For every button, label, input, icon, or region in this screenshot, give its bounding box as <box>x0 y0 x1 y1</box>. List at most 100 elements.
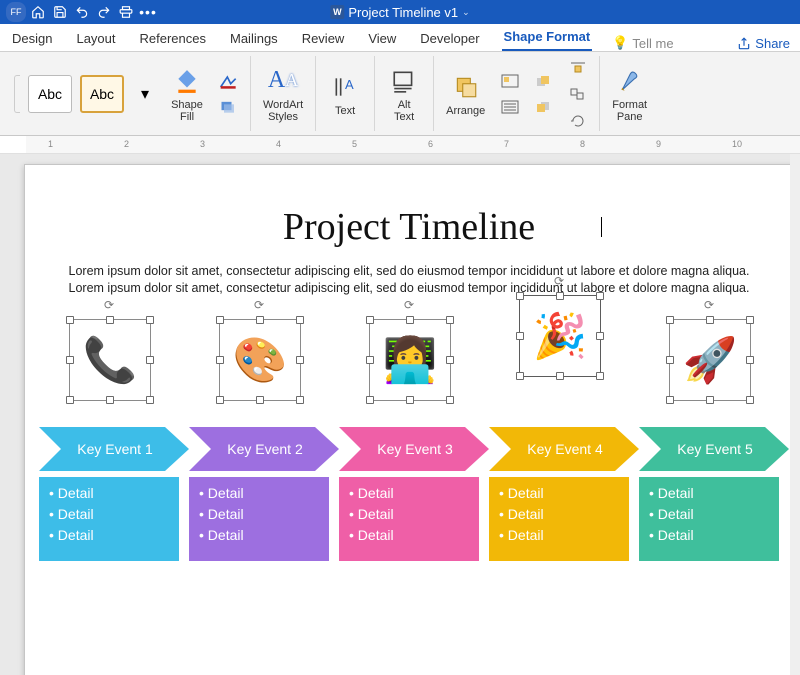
resize-handle[interactable] <box>746 316 754 324</box>
rotate-handle-icon[interactable]: ⟳ <box>404 298 414 312</box>
tab-mailings[interactable]: Mailings <box>228 26 280 51</box>
resize-handle[interactable] <box>406 396 414 404</box>
rotate-handle-icon[interactable]: ⟳ <box>554 274 564 288</box>
more-icon[interactable]: ••• <box>138 2 158 22</box>
resize-handle[interactable] <box>446 356 454 364</box>
autosave-toggle[interactable]: FF <box>6 2 26 22</box>
home-icon[interactable] <box>28 2 48 22</box>
detail-box[interactable]: • Detail• Detail• Detail <box>39 477 179 561</box>
resize-handle[interactable] <box>516 292 524 300</box>
event-arrow[interactable]: Key Event 1 <box>39 427 187 471</box>
document-title[interactable]: W Project Timeline v1 ⌄ <box>330 5 469 20</box>
resize-handle[interactable] <box>146 316 154 324</box>
tell-me-search[interactable]: 💡 Tell me <box>612 35 673 51</box>
emoji-shape[interactable]: ⟳📞 <box>69 319 151 401</box>
resize-handle[interactable] <box>406 316 414 324</box>
resize-handle[interactable] <box>366 396 374 404</box>
resize-handle[interactable] <box>106 396 114 404</box>
resize-handle[interactable] <box>446 396 454 404</box>
detail-box[interactable]: • Detail• Detail• Detail <box>339 477 479 561</box>
resize-handle[interactable] <box>296 316 304 324</box>
resize-handle[interactable] <box>216 396 224 404</box>
resize-handle[interactable] <box>66 316 74 324</box>
align-button[interactable] <box>565 57 591 79</box>
resize-handle[interactable] <box>446 316 454 324</box>
format-pane-button[interactable]: Format Pane <box>608 63 651 125</box>
emoji-shape[interactable]: ⟳🚀 <box>669 319 751 401</box>
resize-handle[interactable] <box>66 396 74 404</box>
position-button[interactable] <box>497 70 523 92</box>
emoji-shape[interactable]: ⟳🎨 <box>219 319 301 401</box>
resize-handle[interactable] <box>746 356 754 364</box>
resize-handle[interactable] <box>146 356 154 364</box>
event-arrow[interactable]: Key Event 5 <box>639 427 787 471</box>
resize-handle[interactable] <box>556 292 564 300</box>
undo-icon[interactable] <box>72 2 92 22</box>
resize-handle[interactable] <box>106 316 114 324</box>
resize-handle[interactable] <box>706 396 714 404</box>
resize-handle[interactable] <box>706 316 714 324</box>
tab-shape-format[interactable]: Shape Format <box>502 24 593 51</box>
tab-design[interactable]: Design <box>10 26 54 51</box>
detail-box[interactable]: • Detail• Detail• Detail <box>489 477 629 561</box>
resize-handle[interactable] <box>366 316 374 324</box>
rotate-handle-icon[interactable]: ⟳ <box>104 298 114 312</box>
resize-handle[interactable] <box>296 396 304 404</box>
tab-developer[interactable]: Developer <box>418 26 481 51</box>
bring-forward-button[interactable] <box>531 70 557 92</box>
redo-icon[interactable] <box>94 2 114 22</box>
resize-handle[interactable] <box>666 316 674 324</box>
rotate-button[interactable] <box>565 109 591 131</box>
event-arrow[interactable]: Key Event 4 <box>489 427 637 471</box>
shape-style-1[interactable]: Abc <box>28 75 72 113</box>
vertical-scrollbar[interactable] <box>790 154 800 675</box>
event-arrow[interactable]: Key Event 2 <box>189 427 337 471</box>
detail-box[interactable]: • Detail• Detail• Detail <box>189 477 329 561</box>
shape-effects-button[interactable] <box>216 95 242 117</box>
resize-handle[interactable] <box>596 332 604 340</box>
resize-handle[interactable] <box>596 292 604 300</box>
style-gallery-left[interactable] <box>14 75 20 113</box>
save-icon[interactable] <box>50 2 70 22</box>
arrange-button[interactable]: Arrange <box>442 69 489 119</box>
resize-handle[interactable] <box>296 356 304 364</box>
rotate-handle-icon[interactable]: ⟳ <box>254 298 264 312</box>
tab-review[interactable]: Review <box>300 26 347 51</box>
group-button[interactable] <box>565 83 591 105</box>
resize-handle[interactable] <box>746 396 754 404</box>
resize-handle[interactable] <box>146 396 154 404</box>
send-backward-button[interactable] <box>531 96 557 118</box>
share-button[interactable]: Share <box>737 36 790 51</box>
shape-fill-button[interactable]: Shape Fill <box>166 63 208 125</box>
event-arrow[interactable]: Key Event 3 <box>339 427 487 471</box>
wrap-text-button[interactable] <box>497 96 523 118</box>
resize-handle[interactable] <box>66 356 74 364</box>
rotate-handle-icon[interactable]: ⟳ <box>704 298 714 312</box>
detail-box[interactable]: • Detail• Detail• Detail <box>639 477 779 561</box>
tab-view[interactable]: View <box>366 26 398 51</box>
resize-handle[interactable] <box>256 396 264 404</box>
resize-handle[interactable] <box>216 316 224 324</box>
shape-outline-button[interactable] <box>216 71 242 93</box>
resize-handle[interactable] <box>516 372 524 380</box>
resize-handle[interactable] <box>666 396 674 404</box>
tab-references[interactable]: References <box>138 26 208 51</box>
print-icon[interactable] <box>116 2 136 22</box>
style-gallery-expand[interactable]: ▾ <box>132 83 158 105</box>
resize-handle[interactable] <box>596 372 604 380</box>
resize-handle[interactable] <box>516 332 524 340</box>
tab-layout[interactable]: Layout <box>74 26 117 51</box>
horizontal-ruler[interactable]: 12345678910 <box>0 136 800 154</box>
page[interactable]: Project Timeline Lorem ipsum dolor sit a… <box>24 164 794 675</box>
emoji-shape[interactable]: ⟳👩‍💻 <box>369 319 451 401</box>
wordart-styles-button[interactable]: AA WordArt Styles <box>259 63 307 125</box>
resize-handle[interactable] <box>256 316 264 324</box>
emoji-shape[interactable]: ⟳🎉 <box>519 295 601 377</box>
alt-text-button[interactable]: Alt Text <box>383 63 425 125</box>
resize-handle[interactable] <box>556 372 564 380</box>
resize-handle[interactable] <box>216 356 224 364</box>
text-button[interactable]: A Text <box>324 69 366 119</box>
resize-handle[interactable] <box>366 356 374 364</box>
shape-style-2[interactable]: Abc <box>80 75 124 113</box>
resize-handle[interactable] <box>666 356 674 364</box>
